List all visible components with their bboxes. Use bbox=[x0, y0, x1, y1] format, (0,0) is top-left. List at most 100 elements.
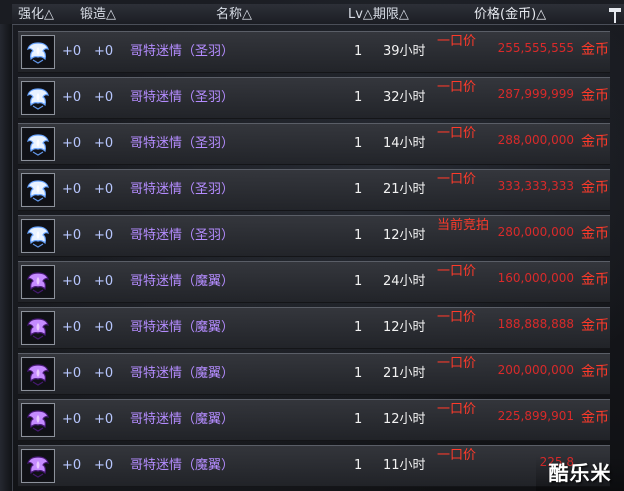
expire-time: 12小时 bbox=[383, 228, 426, 243]
item-icon-slot[interactable] bbox=[21, 403, 55, 437]
forge-level: +0 bbox=[94, 274, 114, 289]
expire-time: 14小时 bbox=[383, 136, 426, 151]
enhance-level: +0 bbox=[62, 90, 82, 105]
forge-level: +0 bbox=[94, 90, 114, 105]
item-icon-slot[interactable] bbox=[21, 265, 55, 299]
expire-time: 32小时 bbox=[383, 90, 426, 105]
auction-row[interactable]: +0 +0 哥特迷情（魔翼） 1 12小时 一口价 225,899,901 金币 bbox=[18, 399, 610, 441]
listing-type: 一口价 bbox=[437, 126, 477, 141]
item-icon-slot[interactable] bbox=[21, 127, 55, 161]
silver-wing-icon bbox=[23, 129, 53, 159]
item-name[interactable]: 哥特迷情（魔翼） bbox=[130, 320, 234, 336]
price-value: 160,000,000 bbox=[497, 271, 574, 285]
left-scrollbar-edge[interactable] bbox=[0, 24, 13, 491]
price-value: 188,888,888 bbox=[497, 317, 574, 331]
auction-row[interactable]: +0 +0 哥特迷情（圣羽） 1 21小时 一口价 333,333,333 金币 bbox=[18, 169, 610, 211]
purple-wing-icon bbox=[23, 451, 53, 481]
sort-enhance-header[interactable]: 强化△ bbox=[18, 7, 54, 23]
expire-time: 24小时 bbox=[383, 274, 426, 289]
enhance-level: +0 bbox=[62, 136, 82, 151]
item-icon-slot[interactable] bbox=[21, 357, 55, 391]
auction-row[interactable]: +0 +0 哥特迷情（魔翼） 1 24小时 一口价 160,000,000 金币 bbox=[18, 261, 610, 303]
item-name[interactable]: 哥特迷情（圣羽） bbox=[130, 136, 234, 152]
forge-level: +0 bbox=[94, 44, 114, 59]
silver-wing-icon bbox=[23, 83, 53, 113]
price-value: 287,999,999 bbox=[497, 87, 574, 101]
auction-row[interactable]: +0 +0 哥特迷情（圣羽） 1 12小时 当前竞拍 280,000,000 金… bbox=[18, 215, 610, 257]
enhance-level: +0 bbox=[62, 320, 82, 335]
purple-wing-icon bbox=[23, 359, 53, 389]
listing-type: 一口价 bbox=[437, 172, 477, 187]
forge-level: +0 bbox=[94, 366, 114, 381]
auction-row[interactable]: +0 +0 哥特迷情（魔翼） 1 21小时 一口价 200,000,000 金币 bbox=[18, 353, 610, 395]
auction-row[interactable]: +0 +0 哥特迷情（圣羽） 1 14小时 一口价 288,000,000 金币 bbox=[18, 123, 610, 165]
level-value: 1 bbox=[354, 228, 363, 243]
level-value: 1 bbox=[354, 412, 363, 427]
item-icon-slot[interactable] bbox=[21, 449, 55, 483]
level-value: 1 bbox=[354, 458, 363, 473]
price-value: 255,555,555 bbox=[497, 41, 574, 55]
item-name[interactable]: 哥特迷情（魔翼） bbox=[130, 458, 234, 474]
hammer-icon[interactable] bbox=[606, 6, 624, 24]
item-name[interactable]: 哥特迷情（圣羽） bbox=[130, 182, 234, 198]
listing-type: 一口价 bbox=[437, 448, 477, 463]
item-icon-slot[interactable] bbox=[21, 219, 55, 253]
auction-row[interactable]: +0 +0 哥特迷情（圣羽） 1 32小时 一口价 287,999,999 金币 bbox=[18, 77, 610, 119]
listing-type: 一口价 bbox=[437, 356, 477, 371]
forge-level: +0 bbox=[94, 136, 114, 151]
currency-label: 金币 bbox=[581, 226, 609, 242]
item-icon-slot[interactable] bbox=[21, 35, 55, 69]
expire-time: 12小时 bbox=[383, 320, 426, 335]
item-name[interactable]: 哥特迷情（圣羽） bbox=[130, 228, 234, 244]
level-value: 1 bbox=[354, 320, 363, 335]
item-name[interactable]: 哥特迷情（圣羽） bbox=[130, 44, 234, 60]
price-value: 225,899,901 bbox=[497, 409, 574, 423]
auction-row[interactable]: +0 +0 哥特迷情（魔翼） 1 11小时 一口价 225,8 bbox=[18, 445, 610, 487]
currency-label: 金币 bbox=[581, 272, 609, 288]
purple-wing-icon bbox=[23, 313, 53, 343]
purple-wing-icon bbox=[23, 405, 53, 435]
auction-row[interactable]: +0 +0 哥特迷情（圣羽） 1 39小时 一口价 255,555,555 金币 bbox=[18, 31, 610, 73]
sort-forge-header[interactable]: 锻造△ bbox=[80, 7, 116, 23]
currency-label: 金币 bbox=[581, 88, 609, 104]
item-icon-slot[interactable] bbox=[21, 81, 55, 115]
watermark: 酷乐米 bbox=[536, 456, 624, 491]
sort-lv-expire-header[interactable]: Lv△期限△ bbox=[348, 7, 409, 23]
enhance-level: +0 bbox=[62, 44, 82, 59]
auction-row[interactable]: +0 +0 哥特迷情（魔翼） 1 12小时 一口价 188,888,888 金币 bbox=[18, 307, 610, 349]
level-value: 1 bbox=[354, 136, 363, 151]
expire-time: 21小时 bbox=[383, 366, 426, 381]
level-value: 1 bbox=[354, 182, 363, 197]
currency-label: 金币 bbox=[581, 180, 609, 196]
sort-price-header[interactable]: 价格(金币)△ bbox=[474, 7, 546, 23]
item-name[interactable]: 哥特迷情（圣羽） bbox=[130, 90, 234, 106]
enhance-level: +0 bbox=[62, 182, 82, 197]
level-value: 1 bbox=[354, 90, 363, 105]
enhance-level: +0 bbox=[62, 274, 82, 289]
price-value: 200,000,000 bbox=[497, 363, 574, 377]
sort-name-header[interactable]: 名称△ bbox=[216, 7, 252, 23]
expire-time: 12小时 bbox=[383, 412, 426, 427]
item-name[interactable]: 哥特迷情（魔翼） bbox=[130, 412, 234, 428]
listing-type: 一口价 bbox=[437, 402, 477, 417]
enhance-level: +0 bbox=[62, 228, 82, 243]
forge-level: +0 bbox=[94, 182, 114, 197]
item-icon-slot[interactable] bbox=[21, 311, 55, 345]
table-header: 强化△ 锻造△ 名称△ Lv△期限△ 价格(金币)△ bbox=[12, 4, 624, 25]
price-value: 288,000,000 bbox=[497, 133, 574, 147]
silver-wing-icon bbox=[23, 221, 53, 251]
item-icon-slot[interactable] bbox=[21, 173, 55, 207]
listing-type: 一口价 bbox=[437, 310, 477, 325]
item-name[interactable]: 哥特迷情（魔翼） bbox=[130, 274, 234, 290]
level-value: 1 bbox=[354, 274, 363, 289]
currency-label: 金币 bbox=[581, 410, 609, 426]
price-value: 333,333,333 bbox=[497, 179, 574, 193]
enhance-level: +0 bbox=[62, 366, 82, 381]
forge-level: +0 bbox=[94, 320, 114, 335]
expire-time: 11小时 bbox=[383, 458, 426, 473]
level-value: 1 bbox=[354, 44, 363, 59]
expire-time: 21小时 bbox=[383, 182, 426, 197]
item-name[interactable]: 哥特迷情（魔翼） bbox=[130, 366, 234, 382]
enhance-level: +0 bbox=[62, 458, 82, 473]
listing-type: 一口价 bbox=[437, 34, 477, 49]
